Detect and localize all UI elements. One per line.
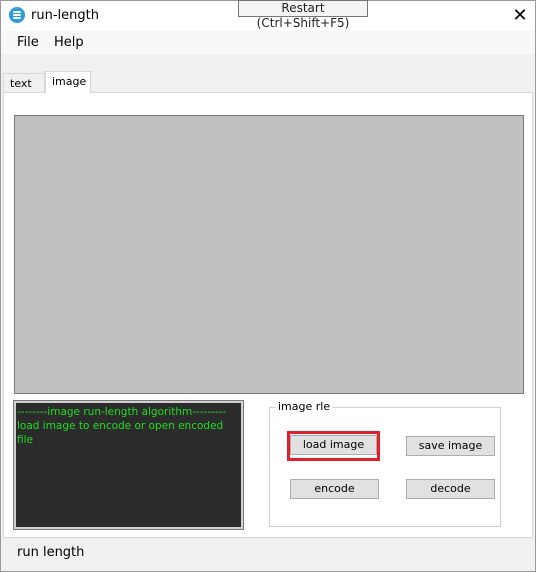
menu-help[interactable]: Help (54, 35, 84, 50)
app-icon (9, 7, 25, 23)
image-rle-group (269, 407, 501, 527)
tab-image[interactable]: image (45, 71, 91, 93)
menu-file[interactable]: File (17, 35, 39, 50)
group-title: image rle (276, 400, 333, 413)
status-bar: run length (1, 538, 535, 571)
image-preview (14, 115, 524, 394)
encode-button[interactable]: encode (290, 479, 379, 499)
close-icon[interactable]: ✕ (505, 3, 535, 29)
decode-button[interactable]: decode (406, 479, 495, 499)
main-window: run-length ✕ File Help text image ------… (0, 0, 536, 572)
window-title: run-length (31, 8, 99, 23)
log-line: --------image run-length algorithm------… (17, 406, 227, 418)
save-image-button[interactable]: save image (406, 436, 495, 456)
status-text: run length (17, 545, 85, 560)
log-line: load image to encode or open encoded fil… (17, 420, 224, 446)
menu-bar: File Help (1, 31, 535, 55)
log-console: --------image run-length algorithm------… (13, 400, 244, 530)
restart-tooltip: Restart (Ctrl+Shift+F5) (238, 0, 368, 30)
highlight-box (287, 431, 380, 461)
tab-text[interactable]: text (3, 73, 45, 93)
